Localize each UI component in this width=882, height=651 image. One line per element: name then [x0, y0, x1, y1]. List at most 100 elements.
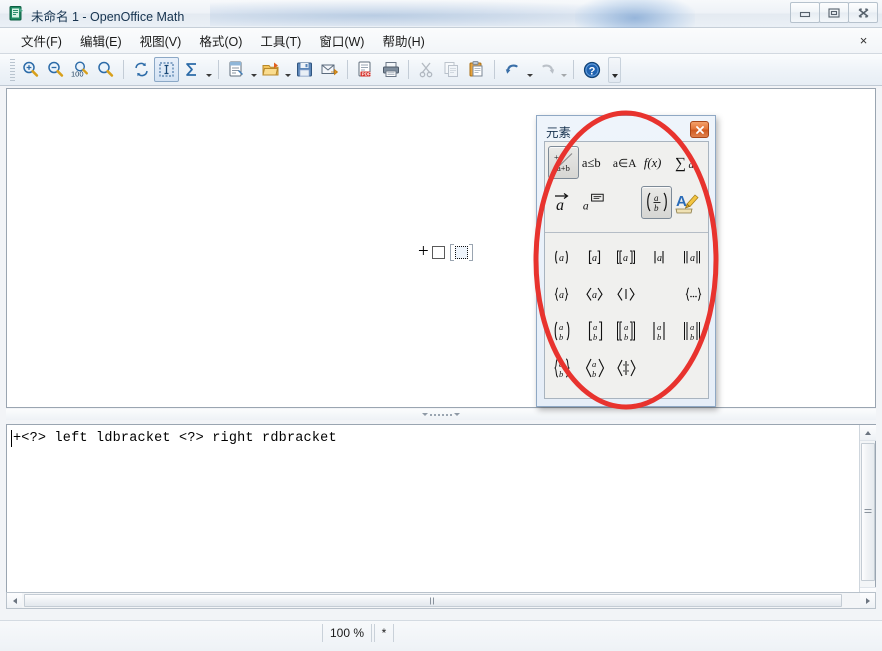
elements-panel-close-button[interactable]: [690, 121, 709, 138]
category-others[interactable]: A: [672, 186, 703, 219]
menu-view[interactable]: 视图(V): [131, 28, 191, 53]
zoom-100-icon[interactable]: 100: [68, 57, 93, 82]
svg-text:a: a: [593, 322, 597, 332]
svg-text:b: b: [657, 332, 661, 342]
main-toolbar: 100: [0, 54, 882, 86]
category-formats[interactable]: a: [579, 186, 610, 219]
elements-panel-body: +a a+b a≤b a∈A: [544, 141, 709, 399]
toolbar-separator-3: [347, 60, 348, 79]
bracket-square[interactable]: a: [578, 239, 611, 275]
undo-dropdown-icon[interactable]: [525, 58, 534, 82]
math-document-icon: [8, 5, 25, 22]
pane-splitter[interactable]: [6, 409, 876, 420]
scroll-right-icon[interactable]: [860, 593, 875, 608]
scalable-bracket-double-square[interactable]: a b: [610, 313, 643, 349]
scroll-left-icon[interactable]: [7, 593, 22, 608]
menu-file[interactable]: 文件(F): [12, 28, 71, 53]
zoom-in-icon[interactable]: [18, 57, 43, 82]
print-icon[interactable]: [378, 57, 403, 82]
scroll-up-icon[interactable]: [860, 425, 876, 441]
menu-bar: 文件(F) 编辑(E) 视图(V) 格式(O) 工具(T) 窗口(W) 帮助(H…: [0, 28, 882, 54]
bracket-round[interactable]: a: [545, 239, 578, 275]
command-horizontal-scrollbar[interactable]: [6, 592, 876, 609]
redo-icon[interactable]: [534, 57, 559, 82]
category-unary-binary[interactable]: +a a+b: [548, 146, 579, 179]
scalable-bracket-single-line[interactable]: a b: [643, 313, 676, 349]
redo-dropdown-icon[interactable]: [559, 58, 568, 82]
category-brackets[interactable]: a b: [641, 186, 672, 219]
category-operators[interactable]: ∑ a: [672, 146, 703, 179]
svg-text:a: a: [592, 359, 596, 369]
bracket-right-icon: [469, 244, 473, 261]
status-zoom-level[interactable]: 100 %: [322, 624, 372, 642]
close-button[interactable]: [848, 2, 878, 23]
menu-format[interactable]: 格式(O): [190, 28, 251, 53]
svg-text:a: a: [654, 193, 659, 203]
undo-icon[interactable]: [500, 57, 525, 82]
scalable-bracket-round[interactable]: a b: [545, 313, 578, 349]
grid-row-3: a b a b: [545, 312, 708, 349]
cut-icon[interactable]: [414, 57, 439, 82]
refresh-icon[interactable]: [129, 57, 154, 82]
help-icon[interactable]: ?: [579, 57, 604, 82]
symbols-icon[interactable]: [179, 57, 204, 82]
svg-text:+a: +a: [554, 152, 563, 162]
toolbar-separator-1: [123, 60, 124, 79]
scalable-bracket-operator-angle[interactable]: [610, 350, 643, 386]
formula-cursor-icon[interactable]: [154, 57, 179, 82]
svg-text:b: b: [559, 369, 563, 379]
menu-window[interactable]: 窗口(W): [310, 28, 373, 53]
bracket-double-line[interactable]: a: [675, 239, 708, 275]
scalable-bracket-angle[interactable]: a b: [578, 350, 611, 386]
category-attributes[interactable]: a: [548, 186, 579, 219]
horizontal-scroll-thumb[interactable]: [24, 594, 842, 607]
vertical-scroll-thumb[interactable]: [861, 443, 875, 581]
status-bar: 100 % *: [0, 620, 882, 651]
symbols-dropdown-icon[interactable]: [204, 58, 213, 82]
new-document-icon[interactable]: [224, 57, 249, 82]
svg-text:100: 100: [71, 70, 84, 79]
scalable-bracket-double-line[interactable]: a b: [675, 313, 708, 349]
svg-text:a≤b: a≤b: [582, 156, 601, 170]
save-icon[interactable]: [292, 57, 317, 82]
horizontal-thumb-grip: [430, 597, 436, 604]
menu-edit[interactable]: 编辑(E): [71, 28, 131, 53]
document-close-button[interactable]: ×: [855, 32, 872, 49]
open-folder-icon[interactable]: [258, 57, 283, 82]
new-document-dropdown-icon[interactable]: [249, 58, 258, 82]
export-pdf-icon[interactable]: PDF: [353, 57, 378, 82]
zoom-out-icon[interactable]: [43, 57, 68, 82]
command-text: +<?> left ldbracket <?> right rdbracket: [13, 431, 337, 446]
paste-icon[interactable]: [464, 57, 489, 82]
toolbar-overflow-icon[interactable]: [608, 57, 621, 83]
category-set-operations[interactable]: a∈A: [610, 146, 641, 179]
formula-canvas[interactable]: +: [6, 88, 876, 408]
command-editor[interactable]: +<?> left ldbracket <?> right rdbracket: [6, 424, 876, 604]
open-dropdown-icon[interactable]: [283, 58, 292, 82]
bracket-single-line[interactable]: a: [643, 239, 676, 275]
scalable-bracket-square[interactable]: a b: [578, 313, 611, 349]
bracket-group[interactable]: [675, 276, 708, 312]
bracket-angle[interactable]: a: [578, 276, 611, 312]
minimize-button[interactable]: [790, 2, 820, 23]
bracket-double-square[interactable]: a: [610, 239, 643, 275]
restore-button[interactable]: [819, 2, 849, 23]
bracket-brace[interactable]: a: [545, 276, 578, 312]
category-functions[interactable]: f(x): [641, 146, 672, 179]
toolbar-grip[interactable]: [10, 59, 15, 81]
svg-text:a: a: [559, 322, 563, 332]
copy-icon[interactable]: [439, 57, 464, 82]
bracket-empty-2: [643, 350, 676, 386]
category-spacer: [610, 186, 641, 219]
email-icon[interactable]: [317, 57, 342, 82]
title-bar-glow: [210, 0, 680, 26]
scalable-bracket-brace[interactable]: a b: [545, 350, 578, 386]
menu-tools[interactable]: 工具(T): [251, 28, 310, 53]
svg-text:a: a: [583, 200, 589, 213]
menu-help[interactable]: 帮助(H): [373, 28, 433, 53]
zoom-fit-icon[interactable]: [93, 57, 118, 82]
command-vertical-scrollbar[interactable]: [859, 425, 875, 603]
category-relations[interactable]: a≤b: [579, 146, 610, 179]
bracket-operator-angle[interactable]: [610, 276, 643, 312]
svg-text:PDF: PDF: [362, 72, 371, 77]
